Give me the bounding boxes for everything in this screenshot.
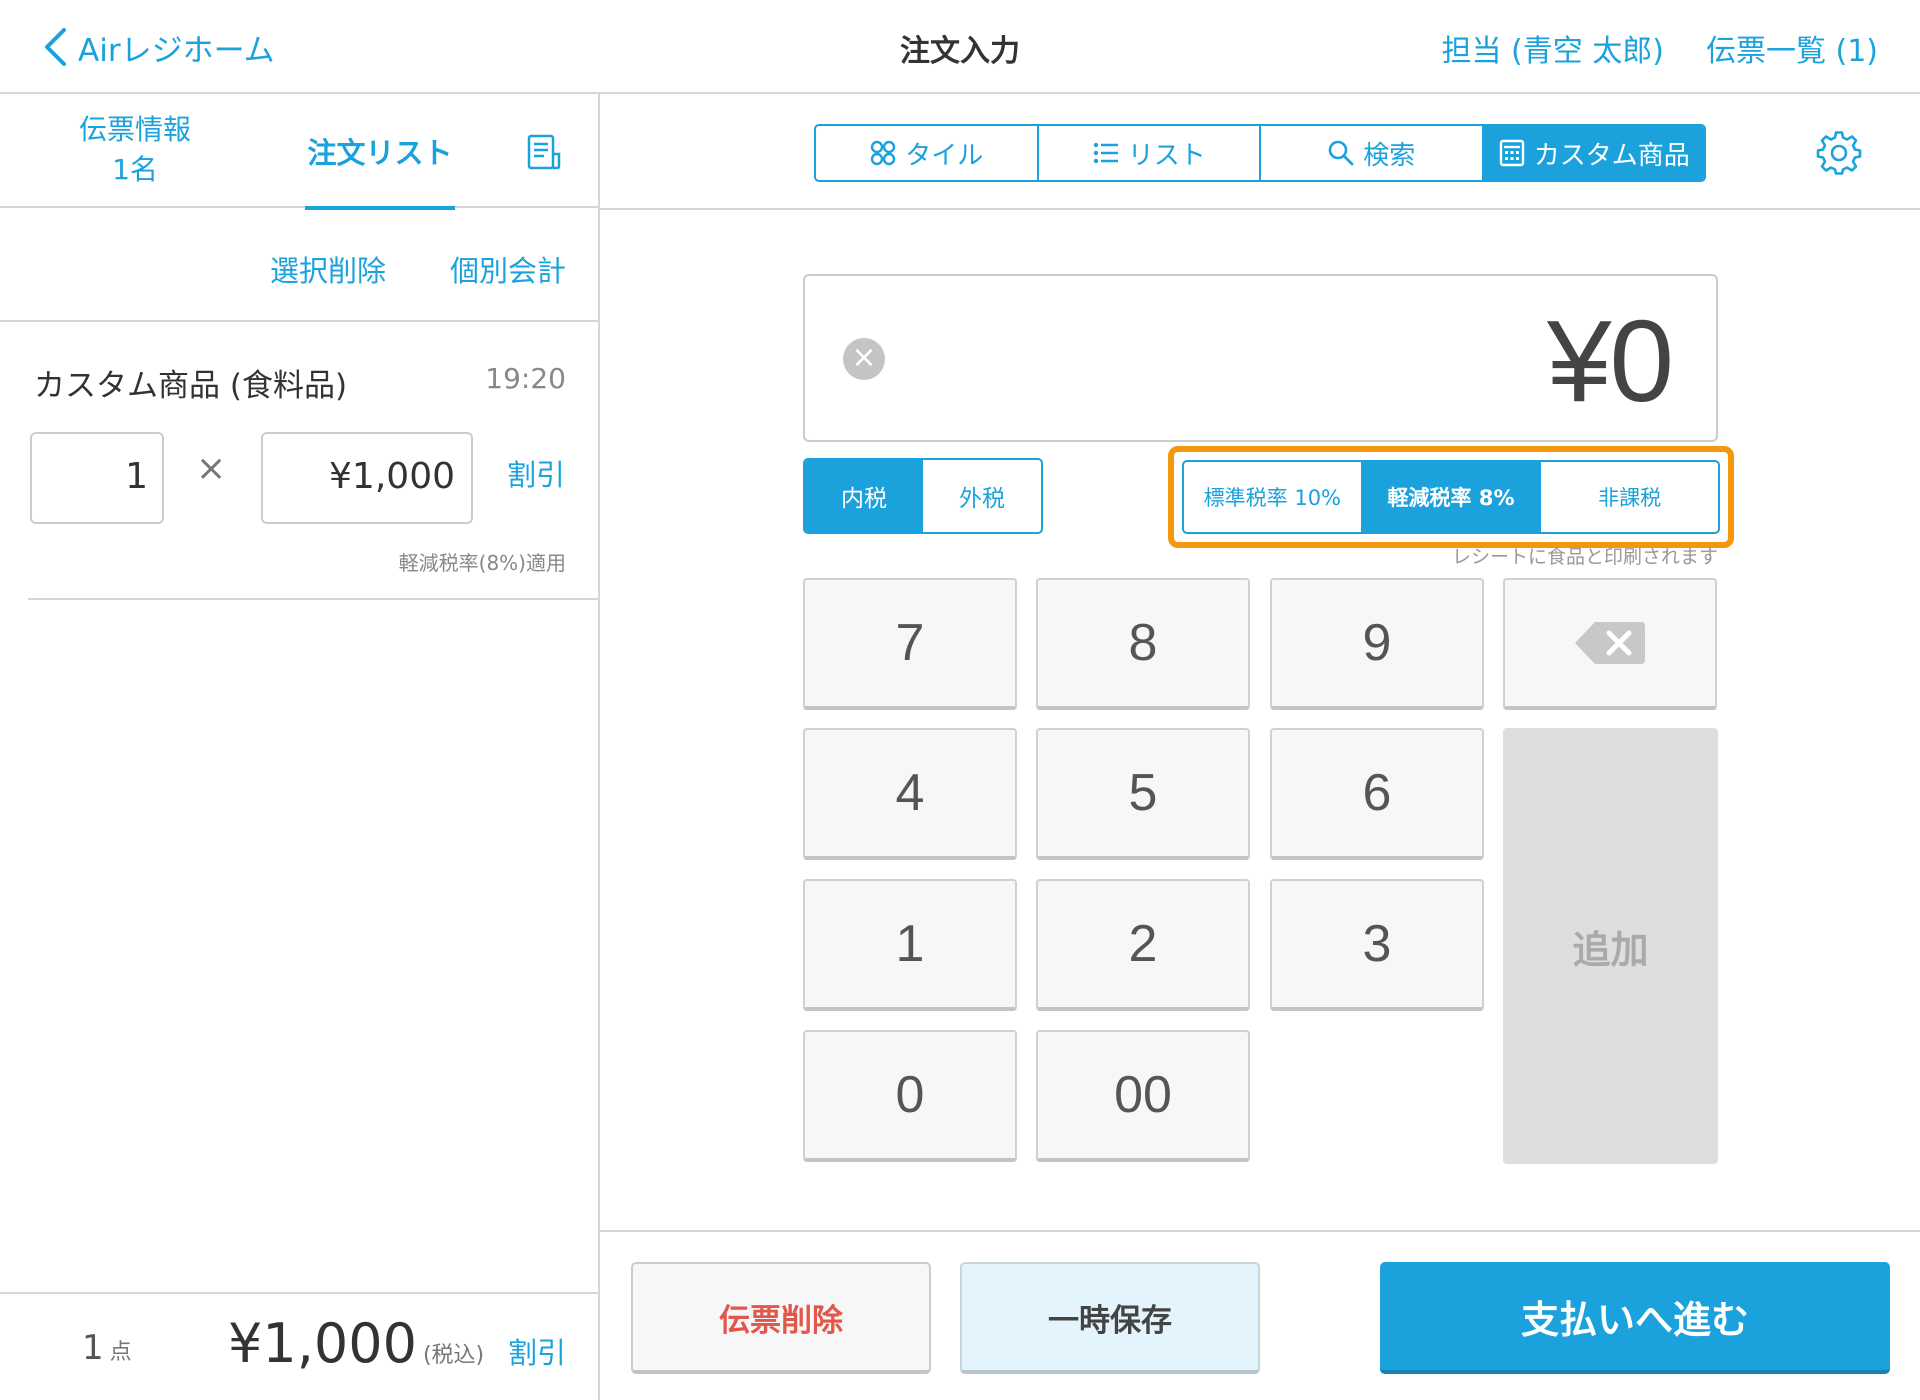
key-7[interactable]: 7: [803, 578, 1017, 710]
key-6[interactable]: 6: [1270, 728, 1484, 860]
tab-list[interactable]: リスト: [1039, 126, 1261, 180]
order-total-value: ¥1,000: [228, 1312, 417, 1375]
gear-icon[interactable]: [1816, 130, 1862, 176]
key-4[interactable]: 4: [803, 728, 1017, 860]
add-button[interactable]: 追加: [1503, 728, 1718, 1164]
receipt-icon[interactable]: [524, 132, 564, 172]
top-nav: Airレジホーム 注文入力 担当 (青空 太郎) 伝票一覧 (1): [0, 0, 1920, 94]
key-8[interactable]: 8: [1036, 578, 1250, 710]
slip-list-button[interactable]: 伝票一覧 (1): [1706, 26, 1878, 70]
tile-icon: [871, 140, 896, 166]
tax-exclusive-option[interactable]: 外税: [923, 460, 1041, 532]
times-sign: ×: [196, 448, 227, 489]
custom-item-panel: タイル リスト 検索 カスタム商品 × ¥0 内税 外税 標準税率 10% 軽減…: [600, 94, 1920, 1400]
sidebar-tabs: 伝票情報 1名 注文リスト: [0, 94, 598, 210]
tab-slip-info-guests: 1名: [112, 153, 158, 186]
tab-tile-label: タイル: [905, 140, 984, 171]
key-5[interactable]: 5: [1036, 728, 1250, 860]
item-count-unit: 点: [109, 1340, 132, 1365]
standard-rate-option[interactable]: 標準税率 10%: [1184, 462, 1363, 532]
back-button[interactable]: Airレジホーム: [42, 22, 275, 72]
calculator-icon: [1499, 139, 1524, 167]
staff-button[interactable]: 担当 (青空 太郎): [1441, 26, 1663, 70]
tab-slip-info[interactable]: 伝票情報 1名: [50, 110, 220, 190]
list-actions: 選択削除 個別会計: [0, 208, 598, 322]
divider: [600, 208, 1920, 210]
key-2[interactable]: 2: [1036, 879, 1250, 1011]
tab-tile[interactable]: タイル: [816, 126, 1039, 180]
key-1[interactable]: 1: [803, 879, 1017, 1011]
tab-list-label: リスト: [1127, 140, 1206, 171]
order-total-bar: 1点 ¥1,000 (税込) 割引: [0, 1292, 598, 1400]
receipt-food-note: レシートに食品と印刷されます: [1451, 546, 1718, 568]
tab-order-list[interactable]: 注文リスト: [305, 94, 455, 210]
item-name: カスタム商品 (食料品): [34, 368, 348, 404]
back-label: Airレジホーム: [78, 32, 275, 69]
tax-exempt-option[interactable]: 非課税: [1541, 462, 1718, 532]
amount-display: × ¥0: [803, 274, 1718, 442]
backspace-icon: [1575, 622, 1645, 664]
backspace-button[interactable]: [1503, 578, 1717, 710]
search-icon: [1328, 140, 1354, 166]
close-icon: ×: [851, 340, 877, 375]
tax-rate-selector: 標準税率 10% 軽減税率 8% 非課税: [1182, 460, 1720, 534]
list-item[interactable]: カスタム商品 (食料品) 19:20 1 × ¥1,000 割引 軽減税率(8%…: [28, 322, 598, 600]
hold-button[interactable]: 一時保存: [960, 1262, 1260, 1374]
tax-included-note: (税込): [422, 1343, 485, 1368]
tab-custom-item[interactable]: カスタム商品: [1483, 126, 1704, 180]
view-mode-selector: タイル リスト 検索 カスタム商品: [814, 124, 1706, 182]
proceed-to-payment-button[interactable]: 支払いへ進む: [1380, 1262, 1890, 1374]
delete-selected-button[interactable]: 選択削除: [270, 248, 386, 290]
key-00[interactable]: 00: [1036, 1030, 1250, 1162]
tax-inclusive-option[interactable]: 内税: [805, 460, 923, 532]
tab-search[interactable]: 検索: [1261, 126, 1484, 180]
total-discount-button[interactable]: 割引: [508, 1330, 566, 1372]
key-9[interactable]: 9: [1270, 578, 1484, 710]
clear-amount-button[interactable]: ×: [843, 338, 885, 380]
item-count: 1点: [82, 1328, 132, 1368]
tax-mode-toggle: 内税 外税: [803, 458, 1043, 534]
amount-value: ¥0: [1546, 296, 1674, 426]
chevron-left-icon: [45, 28, 66, 66]
item-count-value: 1: [82, 1328, 104, 1368]
divider: [600, 1230, 1920, 1232]
list-icon: [1093, 142, 1118, 164]
tab-search-label: 検索: [1363, 140, 1416, 171]
quantity-field[interactable]: 1: [30, 432, 164, 524]
key-0[interactable]: 0: [803, 1030, 1017, 1162]
tab-custom-item-label: カスタム商品: [1533, 140, 1690, 171]
order-sidebar: 伝票情報 1名 注文リスト 選択削除 個別会計 カスタム商品 (食料品) 19:…: [0, 94, 600, 1400]
delete-slip-button[interactable]: 伝票削除: [631, 1262, 931, 1374]
item-time: 19:20: [485, 362, 566, 395]
item-discount-button[interactable]: 割引: [507, 452, 565, 494]
split-bill-button[interactable]: 個別会計: [450, 248, 566, 290]
key-3[interactable]: 3: [1270, 879, 1484, 1011]
tab-slip-info-label: 伝票情報: [78, 113, 191, 146]
order-total: ¥1,000 (税込): [228, 1312, 484, 1375]
reduced-rate-option[interactable]: 軽減税率 8%: [1362, 462, 1542, 532]
reduced-tax-note: 軽減税率(8%)適用: [398, 551, 566, 575]
price-field[interactable]: ¥1,000: [261, 432, 473, 524]
